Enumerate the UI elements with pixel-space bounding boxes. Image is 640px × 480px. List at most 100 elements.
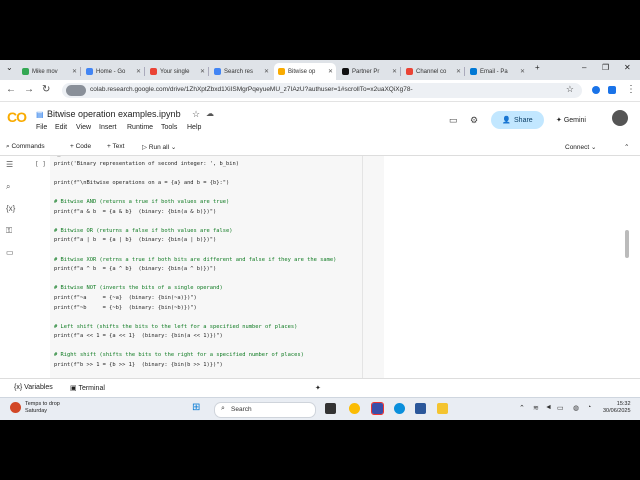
browser-tab[interactable]: Partner Pr ✕	[338, 63, 400, 80]
tab-label: Home - Go	[96, 68, 126, 75]
code-comment-line: # Bitwise NOT (inverts the bits of a sin…	[54, 285, 223, 292]
browser-tab[interactable]: Email - Pa ✕	[466, 63, 528, 80]
browser-tab[interactable]: Home - Go ✕	[82, 63, 144, 80]
file-explorer-icon[interactable]	[437, 403, 448, 414]
tab-close-icon[interactable]: ✕	[456, 68, 461, 75]
maximize-icon[interactable]: ❐	[602, 63, 609, 72]
menu-item[interactable]: View	[76, 124, 91, 131]
collapse-icon[interactable]: ⌃	[624, 143, 629, 151]
shield-extension-icon[interactable]	[608, 86, 616, 94]
menu-item[interactable]: Edit	[55, 124, 67, 131]
task-view-icon[interactable]	[325, 403, 336, 414]
tab-search-icon[interactable]: ⌄	[6, 63, 13, 72]
browser-tab[interactable]: Bitwise op ✕	[274, 63, 336, 80]
run-cell-button[interactable]: [ ]	[35, 161, 46, 168]
terminal-tab[interactable]: ▣ Terminal	[70, 384, 105, 392]
windows-start-icon[interactable]: ⊞	[192, 402, 200, 413]
menu-item[interactable]: Help	[187, 124, 201, 131]
tab-close-icon[interactable]: ✕	[392, 68, 397, 75]
battery-icon[interactable]: ▭	[557, 404, 564, 412]
commands-button[interactable]: ⌕ Commands	[6, 143, 45, 151]
browser-tab[interactable]: Your single ✕	[146, 63, 208, 80]
active-app-icon[interactable]	[371, 402, 384, 415]
browser-tab[interactable]: Mike mov ✕	[18, 63, 80, 80]
tab-separator	[80, 67, 81, 76]
colab-logo[interactable]: CO	[7, 109, 27, 125]
taskbar-clock[interactable]: 15:32 30/06/2025	[603, 401, 631, 415]
close-window-icon[interactable]: ✕	[624, 63, 631, 72]
word-icon[interactable]	[415, 403, 426, 414]
browser-tab[interactable]: Search res ✕	[210, 63, 272, 80]
code-comment-line: # Left shift (shifts the bits to the lef…	[54, 323, 298, 330]
avatar[interactable]	[612, 110, 628, 126]
gemini-button[interactable]: ✦ Gemini	[556, 116, 586, 124]
new-tab-button[interactable]: +	[535, 63, 540, 72]
copilot-icon[interactable]: ◍	[573, 404, 579, 412]
cloud-saved-icon: ☁	[206, 109, 214, 118]
bookmark-star-icon[interactable]: ☆	[566, 84, 574, 95]
run-all-button[interactable]: ▷ Run all ⌄	[142, 143, 176, 151]
edge-icon[interactable]	[394, 403, 405, 414]
commands-label: Commands	[11, 143, 45, 150]
tab-separator	[400, 67, 401, 76]
connect-label: Connect	[565, 144, 590, 151]
code-line: print(f"b >> 1 = {b >> 1} (binary: {bin(…	[54, 362, 223, 369]
tab-label: Search res	[224, 68, 254, 75]
back-icon[interactable]: ←	[6, 84, 16, 95]
browser-tab[interactable]: Channel co ✕	[402, 63, 464, 80]
tab-favicon-icon	[470, 68, 477, 75]
volume-icon[interactable]: ◄	[545, 404, 552, 411]
tab-close-icon[interactable]: ✕	[520, 68, 525, 75]
menu-item[interactable]: Insert	[99, 124, 117, 131]
find-icon[interactable]: ⌕	[6, 182, 10, 192]
code-editor[interactable]: b_bin = bin(b)print('Binary representati…	[54, 156, 336, 371]
add-code-button[interactable]: + Code	[70, 143, 91, 150]
reload-icon[interactable]: ↻	[42, 84, 50, 95]
menu-item[interactable]: Tools	[161, 124, 177, 131]
notebook-title[interactable]: Bitwise operation examples.ipynb	[47, 109, 181, 119]
connect-button[interactable]: Connect ⌄	[565, 143, 596, 151]
minimize-icon[interactable]: –	[582, 63, 586, 72]
code-comment-line: # Bitwise AND (returns a true if both va…	[54, 198, 230, 205]
gemini-star-icon[interactable]: ✦	[315, 384, 321, 392]
site-info-icon[interactable]	[66, 85, 86, 96]
chrome-icon[interactable]	[349, 403, 360, 414]
tray-chevron-icon[interactable]: ⌃	[519, 404, 525, 412]
screen: ⌄ Mike mov ✕ Home - Go ✕ Your single ✕ Search …	[0, 60, 640, 420]
settings-gear-icon[interactable]: ⚙	[470, 115, 478, 126]
weather-icon[interactable]	[10, 402, 21, 413]
tab-close-icon[interactable]: ✕	[328, 68, 333, 75]
extension-icon[interactable]	[592, 86, 600, 94]
star-icon[interactable]: ☆	[192, 109, 200, 120]
tab-close-icon[interactable]: ✕	[136, 68, 141, 75]
code-line: print(f"\nBitwise operations on a = {a} …	[54, 179, 230, 186]
taskbar-search[interactable]: ⌕ Search	[214, 402, 316, 418]
variables-icon[interactable]: {x}	[6, 204, 15, 213]
play-icon: ▷	[142, 144, 149, 151]
scrollbar[interactable]	[625, 230, 629, 258]
share-button[interactable]: 👤 Share	[491, 111, 544, 129]
secrets-key-icon[interactable]: ⚿	[6, 226, 12, 236]
menu-item[interactable]: Runtime	[127, 124, 153, 131]
tab-close-icon[interactable]: ✕	[264, 68, 269, 75]
table-of-contents-icon[interactable]: ☰	[6, 160, 13, 169]
wifi-icon[interactable]: ≋	[533, 404, 539, 412]
weather-widget[interactable]: Temps to drop Saturday	[25, 401, 60, 415]
menu-item[interactable]: File	[36, 124, 47, 131]
tab-close-icon[interactable]: ✕	[72, 68, 77, 75]
taskbar-search-placeholder: Search	[231, 406, 252, 413]
forward-icon[interactable]: →	[24, 84, 34, 95]
windows-taskbar: Temps to drop Saturday ⊞ ⌕ Search ⌃ ≋ ◄ …	[0, 397, 640, 420]
comments-icon[interactable]: ▭	[449, 115, 458, 126]
url-field[interactable]: colab.research.google.com/drive/1ZhXptZb…	[62, 83, 582, 98]
files-folder-icon[interactable]: ▭	[6, 248, 14, 257]
browser-menu-icon[interactable]: ⋮	[626, 84, 636, 95]
people-icon: 👤	[502, 117, 512, 124]
bell-icon[interactable]: ◔	[587, 404, 591, 411]
tab-close-icon[interactable]: ✕	[200, 68, 205, 75]
add-text-button[interactable]: + Text	[107, 143, 124, 150]
variables-tab[interactable]: {x} Variables	[14, 384, 53, 391]
